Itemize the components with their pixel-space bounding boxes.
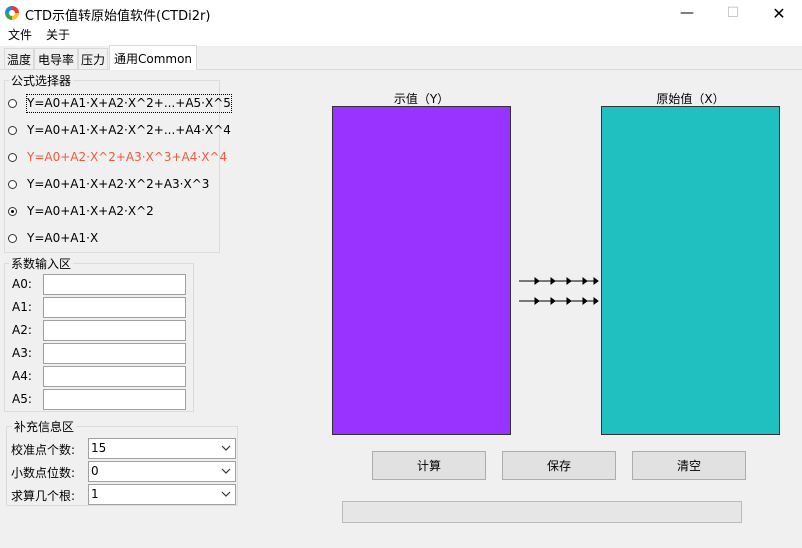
- radio-button[interactable]: [8, 126, 17, 135]
- coefficient-input[interactable]: [43, 297, 186, 318]
- calculate-button[interactable]: 计算: [372, 451, 486, 480]
- coefficient-label: A2:: [12, 323, 32, 337]
- chevron-down-icon[interactable]: [221, 444, 231, 452]
- raw-value-label: 原始值（X）: [656, 92, 725, 106]
- minimize-button[interactable]: —: [664, 0, 710, 27]
- raw-value-panel[interactable]: [601, 106, 780, 435]
- formula-option-label: Y=A0+A1·X+A2·X^2+...+A4·X^4: [27, 123, 231, 137]
- formula-option-label: Y=A0+A1·X+A2·X^2: [27, 204, 154, 218]
- window-title: CTD示值转原始值软件(CTDi2r): [25, 9, 211, 24]
- radio-button[interactable]: [8, 180, 17, 189]
- formula-selector-title: 公式选择器: [9, 72, 74, 89]
- tab-common[interactable]: 通用Common: [109, 45, 197, 70]
- formula-option-label: Y=A0+A1·X+A2·X^2+...+A5·X^5: [26, 94, 232, 113]
- chevron-down-icon[interactable]: [221, 490, 231, 498]
- arrow-row-1: [519, 275, 599, 285]
- save-button[interactable]: 保存: [502, 451, 616, 480]
- app-icon: [5, 6, 19, 20]
- tab-temperature[interactable]: 温度: [4, 48, 34, 69]
- coefficient-input[interactable]: [43, 366, 186, 387]
- coefficient-label: A3:: [12, 346, 32, 360]
- arrow-row-2: [519, 295, 599, 305]
- radio-button[interactable]: [8, 153, 17, 162]
- coefficient-label: A0:: [12, 277, 32, 291]
- formula-option-label: Y=A0+A1·X+A2·X^2+A3·X^3: [27, 177, 210, 191]
- maximize-button[interactable]: ☐: [710, 0, 756, 27]
- select-value: 1: [91, 487, 99, 501]
- tab-conductivity[interactable]: 电导率: [34, 48, 78, 69]
- arrows-icon: [519, 297, 599, 305]
- close-button[interactable]: ✕: [756, 0, 802, 27]
- radio-button[interactable]: [8, 99, 17, 108]
- select-value: 15: [91, 441, 107, 455]
- chevron-down-icon[interactable]: [221, 467, 231, 475]
- extra-info-label: 求算几个根:: [11, 489, 76, 503]
- coefficient-label: A4:: [12, 369, 32, 383]
- extra-info-select[interactable]: 0: [88, 461, 236, 482]
- extra-info-title: 补充信息区: [12, 418, 77, 435]
- menu-file[interactable]: 文件: [8, 27, 32, 46]
- tab-pressure[interactable]: 压力: [78, 48, 108, 69]
- formula-option-label: Y=A0+A2·X^2+A3·X^3+A4·X^4: [27, 150, 228, 164]
- arrows-icon: [519, 277, 599, 285]
- coefficient-input-title: 系数输入区: [9, 255, 74, 272]
- coefficient-label: A5:: [12, 392, 32, 406]
- progress-bar: [342, 501, 742, 523]
- extra-info-label: 小数点位数:: [11, 466, 76, 480]
- coefficient-input[interactable]: [43, 343, 186, 364]
- select-value: 0: [91, 464, 99, 478]
- coefficient-input[interactable]: [43, 274, 186, 295]
- coefficient-input[interactable]: [43, 320, 186, 341]
- coefficient-label: A1:: [12, 300, 32, 314]
- extra-info-label: 校准点个数:: [11, 443, 76, 457]
- radio-button[interactable]: [8, 234, 17, 243]
- coefficient-input[interactable]: [43, 389, 186, 410]
- extra-info-select[interactable]: 15: [88, 438, 236, 459]
- menu-about[interactable]: 关于: [46, 27, 70, 46]
- title-bar: CTD示值转原始值软件(CTDi2r) — ☐ ✕: [0, 0, 802, 27]
- display-value-label: 示值（Y）: [393, 92, 450, 106]
- radio-button[interactable]: [8, 207, 17, 216]
- extra-info-select[interactable]: 1: [88, 484, 236, 505]
- menu-bar: 文件 关于: [0, 27, 802, 46]
- clear-button[interactable]: 清空: [632, 451, 746, 480]
- formula-option-label: Y=A0+A1·X: [27, 231, 99, 245]
- display-value-panel[interactable]: [332, 106, 511, 435]
